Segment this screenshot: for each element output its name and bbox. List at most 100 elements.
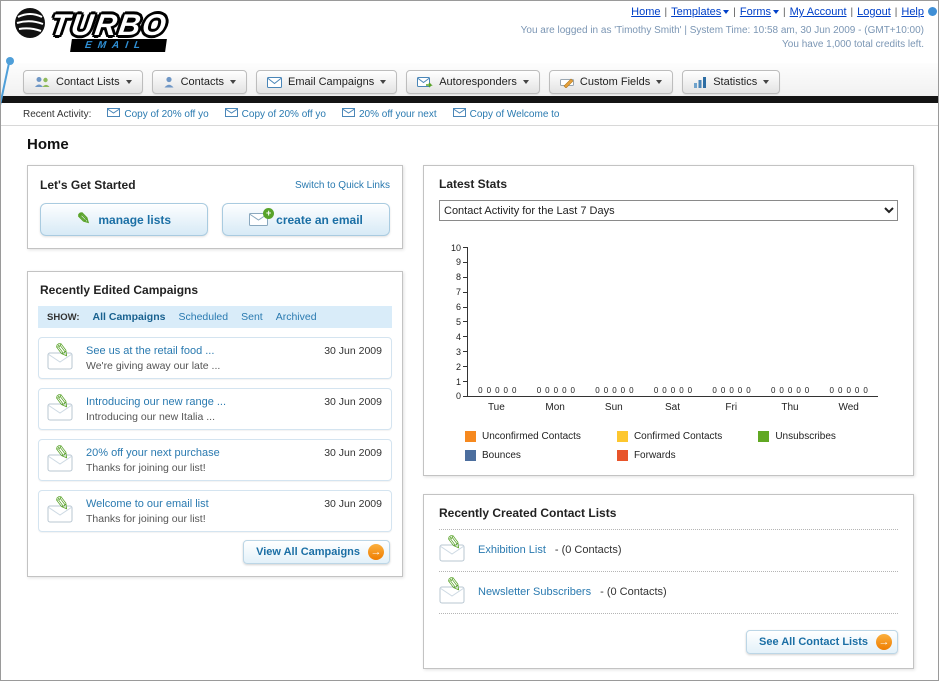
- legend-item: Bounces: [465, 450, 581, 461]
- campaign-subtitle: Thanks for joining our list!: [86, 461, 206, 474]
- legend-item: Unconfirmed Contacts: [465, 431, 581, 442]
- legend-label: Forwards: [633, 450, 676, 461]
- recent-activity-link[interactable]: Copy of Welcome to: [470, 109, 560, 120]
- y-tick-label: 8: [456, 273, 467, 282]
- create-email-button[interactable]: + create an email: [222, 203, 390, 236]
- campaign-item[interactable]: ✎ See us at the retail food ... We're gi…: [38, 337, 392, 379]
- tab-autoresponders[interactable]: Autoresponders: [406, 70, 540, 94]
- manage-lists-label: manage lists: [98, 212, 172, 227]
- bar-group: 00000: [644, 386, 703, 396]
- header-link-templates[interactable]: Templates: [671, 6, 730, 18]
- filter-archived[interactable]: Archived: [276, 311, 317, 323]
- bar-value-label: 0: [553, 386, 559, 395]
- switch-quick-links[interactable]: Switch to Quick Links: [295, 180, 390, 191]
- campaign-title-link[interactable]: See us at the retail food ...: [86, 345, 220, 357]
- contact-list-item[interactable]: ✎ Exhibition List - (0 Contacts): [439, 530, 898, 572]
- filter-sent[interactable]: Sent: [241, 311, 263, 323]
- bar-group: 00000: [819, 386, 878, 396]
- legend-item: Forwards: [616, 450, 722, 461]
- chart-legend: Unconfirmed Contacts Confirmed Contacts Un…: [465, 431, 836, 461]
- campaign-item[interactable]: ✎ 20% off your next purchase Thanks for …: [38, 439, 392, 481]
- pencil-icon: ✎: [52, 339, 72, 364]
- tab-contacts[interactable]: Contacts: [151, 70, 248, 94]
- see-all-contact-lists-button[interactable]: See All Contact Lists →: [745, 630, 898, 654]
- recent-activity-item: Copy of Welcome to: [452, 108, 560, 120]
- create-email-label: create an email: [276, 212, 363, 227]
- bar-group: 00000: [468, 386, 527, 396]
- campaign-subtitle: We're giving away our late ...: [86, 359, 221, 372]
- main-content: Home Let's Get Started Switch to Quick L…: [1, 126, 938, 669]
- bar-value-label: 0: [536, 386, 542, 395]
- pencil-icon: ✎: [52, 390, 72, 415]
- bar-value-label: 0: [846, 386, 851, 395]
- header-link-my-account[interactable]: My Account: [790, 6, 847, 18]
- filter-scheduled[interactable]: Scheduled: [178, 311, 228, 323]
- campaign-item[interactable]: ✎ Welcome to our email list Thanks for j…: [38, 490, 392, 532]
- stats-range-select[interactable]: Contact Activity for the Last 7 Days: [439, 200, 898, 221]
- manage-lists-button[interactable]: ✎ manage lists: [40, 203, 208, 236]
- tab-custom-fields[interactable]: Custom Fields: [548, 70, 674, 94]
- recent-contact-lists-title: Recently Created Contact Lists: [439, 506, 898, 530]
- bar-value-label: 0: [796, 386, 801, 395]
- tab-contact-lists[interactable]: Contact Lists: [23, 70, 143, 94]
- contact-list-link[interactable]: Exhibition List: [478, 544, 546, 556]
- contacts-icon: [163, 76, 175, 88]
- legend-swatch: [758, 431, 770, 442]
- bar-value-label: 0: [770, 386, 776, 395]
- recent-activity-link[interactable]: Copy of 20% off yo: [242, 109, 326, 120]
- bar-value-label: 0: [653, 386, 659, 395]
- x-tick-label: Sat: [665, 402, 681, 413]
- main-navigation: Contact Lists Contacts Email Campaigns A…: [1, 63, 938, 96]
- campaign-title-link[interactable]: 20% off your next purchase: [86, 447, 220, 459]
- header: TURBO EMAIL Home | Templates | Forms | My Acco…: [1, 1, 938, 107]
- recent-activity-link[interactable]: Copy of 20% off yo: [124, 109, 208, 120]
- bar-value-label: 0: [486, 386, 492, 395]
- pencil-icon: ✎: [444, 573, 464, 598]
- campaign-title-link[interactable]: Introducing our new range ...: [86, 396, 226, 408]
- header-link-forms[interactable]: Forms: [740, 6, 780, 18]
- bar-value-label: 0: [746, 386, 751, 395]
- view-all-campaigns-button[interactable]: View All Campaigns →: [243, 540, 390, 564]
- pencil-icon: ✎: [444, 531, 464, 556]
- recent-activity-bar: Recent Activity: Copy of 20% off yo Copy…: [1, 103, 938, 126]
- header-link-home[interactable]: Home: [631, 6, 660, 18]
- recent-campaigns-panel: Recently Edited Campaigns SHOW: All Camp…: [27, 271, 403, 577]
- login-info: You are logged in as 'Timothy Smith' | S…: [520, 25, 924, 36]
- legend-swatch: [616, 450, 628, 461]
- stats-chart: 10 9 8 7 6 5 4 3 2 1 0 000000000000000000000000000…: [439, 243, 898, 461]
- latest-stats-title: Latest Stats: [439, 177, 508, 191]
- y-tick-label: 3: [456, 347, 467, 356]
- see-all-contact-lists-label: See All Contact Lists: [758, 636, 868, 648]
- tab-email-campaigns[interactable]: Email Campaigns: [256, 70, 398, 94]
- page-title: Home: [27, 136, 69, 153]
- bar-value-label: 0: [562, 386, 567, 395]
- bar-value-label: 0: [829, 386, 834, 395]
- header-link-help[interactable]: Help: [901, 6, 924, 18]
- x-tick-label: Mon: [545, 402, 565, 413]
- recent-activity-link[interactable]: 20% off your next: [359, 109, 437, 120]
- tab-label: Autoresponders: [439, 76, 517, 88]
- arrow-right-icon: →: [368, 544, 384, 560]
- contact-list-link[interactable]: Newsletter Subscribers: [478, 586, 591, 598]
- y-tick-label: 2: [456, 362, 467, 371]
- filter-all-campaigns[interactable]: All Campaigns: [93, 311, 166, 323]
- contact-lists-icon: [34, 76, 50, 88]
- bar-value-label: 0: [620, 386, 626, 395]
- campaign-edit-icon: ✎: [47, 493, 77, 523]
- header-link-logout[interactable]: Logout: [857, 6, 891, 18]
- tab-statistics[interactable]: Statistics: [682, 70, 781, 94]
- x-tick-label: Tue: [487, 402, 505, 413]
- chevron-down-icon: [230, 80, 237, 84]
- campaign-edit-icon: ✎: [47, 391, 77, 421]
- campaign-title-link[interactable]: Welcome to our email list: [86, 498, 209, 510]
- bar-value-label: 0: [679, 386, 684, 395]
- separator: |: [850, 7, 854, 18]
- tab-label: Statistics: [713, 76, 758, 88]
- bar-value-label: 0: [863, 386, 868, 395]
- contact-list-item[interactable]: ✎ Newsletter Subscribers - (0 Contacts): [439, 572, 898, 614]
- x-tick-label: Wed: [838, 402, 859, 413]
- y-tick-label: 4: [456, 332, 467, 341]
- bar-value-label: 0: [662, 386, 667, 395]
- campaign-item[interactable]: ✎ Introducing our new range ... Introduc…: [38, 388, 392, 430]
- contact-list-count: - (0 Contacts): [554, 544, 622, 556]
